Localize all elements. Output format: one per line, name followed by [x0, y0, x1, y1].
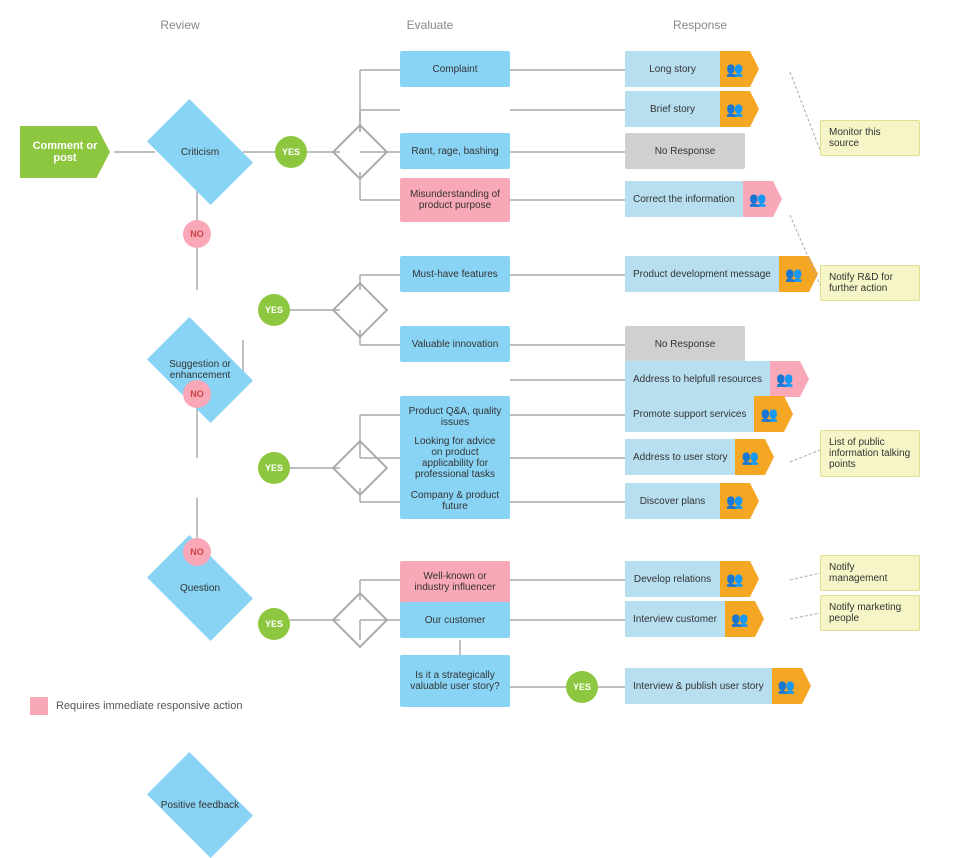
resp-promote-support: Promote support services 👥	[625, 396, 784, 432]
eval-well-known: Well-known or industry influencer	[400, 561, 510, 603]
small-diamond-1	[340, 132, 380, 172]
eval-strategically: Is it a strategically valuable user stor…	[400, 655, 510, 707]
yes-circle-3: YES	[258, 452, 290, 484]
yes-circle-4: YES	[258, 608, 290, 640]
resp-discover-plans: Discover plans 👥	[625, 483, 750, 519]
note-monitor: Monitor this source	[820, 120, 920, 156]
resp-no-response-1: No Response	[625, 133, 745, 169]
resp-brief-story: Brief story 👥	[625, 91, 750, 127]
no-circle-1: NO	[183, 220, 211, 248]
question-node: Question	[155, 558, 245, 618]
criticism-node: Criticism	[155, 122, 245, 182]
note-notify-marketing: Notify marketing people	[820, 595, 920, 631]
start-node: Comment or post	[20, 126, 110, 178]
yes-circle-2: YES	[258, 294, 290, 326]
legend-color-box	[30, 697, 48, 715]
legend-text: Requires immediate responsive action	[56, 700, 242, 712]
eval-looking-advice: Looking for advice on product applicabil…	[400, 430, 510, 486]
resp-address-user: Address to user story 👥	[625, 439, 765, 475]
note-list-public: List of public information talking point…	[820, 430, 920, 477]
eval-must-have: Must-have features	[400, 256, 510, 292]
small-diamond-3	[340, 448, 380, 488]
resp-develop-relations: Develop relations 👥	[625, 561, 750, 597]
resp-long-story: Long story 👥	[625, 51, 750, 87]
resp-address-helpful: Address to helpfull resources 👥	[625, 361, 800, 397]
diagram: Review Evaluate Response Comment or post…	[0, 0, 963, 735]
legend: Requires immediate responsive action	[30, 697, 242, 715]
col-response: Response	[640, 18, 760, 32]
no-circle-3: NO	[183, 538, 211, 566]
note-notify-mgmt: Notify management	[820, 555, 920, 591]
no-circle-2: NO	[183, 380, 211, 408]
eval-misunderstanding: Misunderstanding of product purpose	[400, 178, 510, 222]
resp-product-dev: Product development message 👥	[625, 256, 809, 292]
col-review: Review	[120, 18, 240, 32]
col-evaluate: Evaluate	[370, 18, 490, 32]
yes-circle-5: YES	[566, 671, 598, 703]
eval-valuable: Valuable innovation	[400, 326, 510, 362]
resp-no-response-2: No Response	[625, 326, 745, 362]
small-diamond-2	[340, 290, 380, 330]
positive-node: Positive feedback	[155, 775, 245, 835]
resp-interview-customer: Interview customer 👥	[625, 601, 755, 637]
eval-complaint: Complaint	[400, 51, 510, 87]
small-diamond-4	[340, 600, 380, 640]
eval-company-future: Company & product future	[400, 483, 510, 519]
eval-our-customer: Our customer	[400, 602, 510, 638]
note-notify-rd: Notify R&D for further action	[820, 265, 920, 301]
yes-circle-1: YES	[275, 136, 307, 168]
resp-correct-info: Correct the information 👥	[625, 181, 773, 217]
resp-interview-publish: Interview & publish user story 👥	[625, 668, 802, 704]
eval-rant: Rant, rage, bashing	[400, 133, 510, 169]
